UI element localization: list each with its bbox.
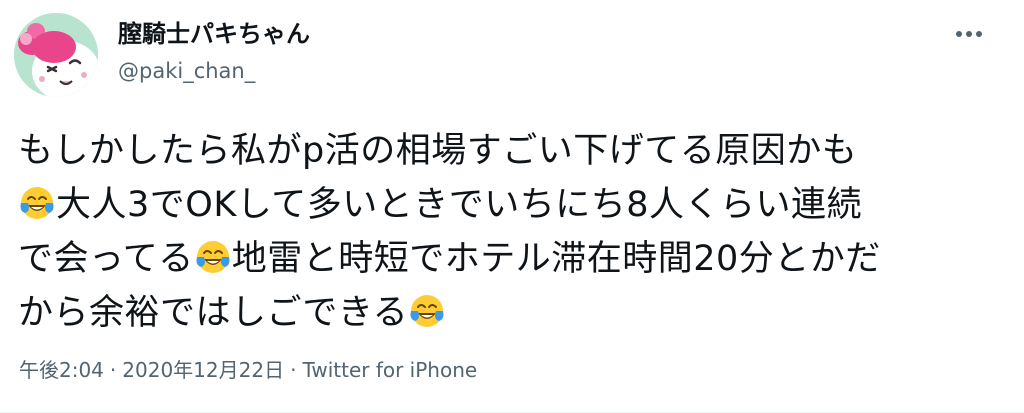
tweet-text-segment: 大人3でOKして多いときでいちにち8人くらい連続 [56,185,862,225]
avatar-character-icon [14,13,98,97]
author-display-name[interactable]: 膣騎士パキちゃん [118,19,310,49]
tweet-text-line: から余裕ではしごできる [18,286,1003,340]
more-options-button[interactable] [952,24,986,44]
meta-separator: · [109,358,117,382]
tweet-text: もしかしたら私がp活の相場すごい下げてる原因かも大人3でOKして多いときでいちに… [18,124,1003,340]
author-handle[interactable]: @paki_chan_ [118,57,310,85]
joy-tears-emoji-icon [20,187,54,219]
author-info: 膣騎士パキちゃん @paki_chan_ [118,19,310,85]
tweet-text-segment: から余裕ではしごできる [18,293,409,333]
tweet-time[interactable]: 午後2:04 [19,358,104,382]
ellipsis-icon [956,31,982,37]
tweet-text-line: で会ってる 地雷と時短でホテル滞在時間20分とかだ [18,232,1003,286]
tweet-card: 膣騎士パキちゃん @paki_chan_ もしかしたら私がp活の相場すごい下げて… [0,0,1024,413]
tweet-meta: 午後2:04 · 2020年12月22日 · Twitter for iPhone [19,356,477,384]
tweet-text-segment: 地雷と時短でホテル滞在時間20分とかだ [231,239,881,279]
joy-tears-emoji-icon [196,241,230,273]
tweet-text-segment: で会ってる [18,239,194,279]
avatar[interactable] [14,13,98,97]
tweet-date[interactable]: 2020年12月22日 [122,358,284,382]
tweet-text-line: 大人3でOKして多いときでいちにち8人くらい連続 [18,178,1003,232]
tweet-source[interactable]: Twitter for iPhone [302,358,477,382]
meta-separator: · [290,358,297,382]
tweet-text-segment: もしかしたら私がp活の相場すごい下げてる原因かも [18,131,858,171]
joy-tears-emoji-icon [410,295,444,327]
tweet-text-line: もしかしたら私がp活の相場すごい下げてる原因かも [18,124,1003,178]
